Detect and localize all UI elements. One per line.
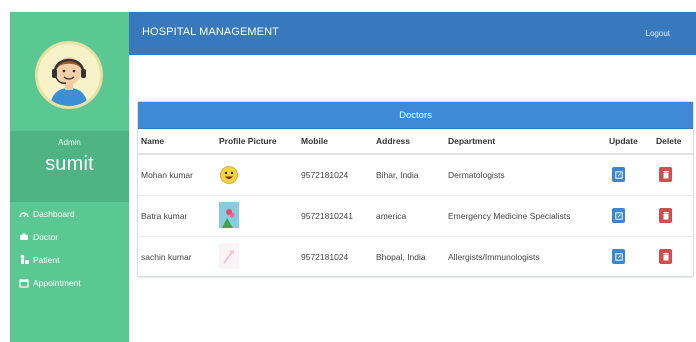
- sidebar-item-appointment[interactable]: Appointment: [10, 271, 129, 294]
- smiley-face-picture: [219, 162, 239, 188]
- sidebar-item-label: Doctor: [33, 231, 59, 242]
- delete-button[interactable]: [659, 167, 672, 183]
- doctor-name: Mohan kumar: [138, 154, 216, 196]
- doctors-panel: Doctors Name Profile Picture Mobile Addr…: [137, 101, 694, 278]
- top-header: HOSPITAL MANAGEMENT Logout: [129, 12, 696, 55]
- sidebar-item-patient[interactable]: Patient: [10, 248, 129, 271]
- user-name: sumit: [45, 153, 94, 175]
- role-label: Admin: [58, 138, 81, 147]
- sidebar-item-doctor[interactable]: Doctor: [10, 225, 129, 248]
- sidebar-nav: Dashboard Doctor Patient Appointment: [10, 202, 129, 294]
- doctor-mobile: 9572181024: [298, 154, 373, 196]
- update-button[interactable]: [612, 208, 625, 223]
- calendar-icon: [18, 277, 30, 289]
- doctor-department: Allergists/Immunologists: [445, 236, 606, 278]
- doctor-department: Emergency Medicine Specialists: [445, 195, 606, 237]
- logout-link[interactable]: Logout: [646, 29, 670, 38]
- column-header: Department: [445, 129, 606, 155]
- doctor-address: Bihar, India: [373, 154, 445, 196]
- faded-thumbnail-picture: [219, 242, 239, 269]
- column-header: Mobile: [298, 129, 373, 155]
- bed-icon: [18, 231, 30, 243]
- table-row: sachin kumar 9572181024 Bhopal, India Al…: [138, 236, 693, 278]
- profile-block: Admin sumit: [10, 131, 129, 202]
- sidebar-item-dashboard[interactable]: Dashboard: [10, 202, 129, 225]
- sidebar-item-label: Patient: [33, 254, 60, 265]
- photo-thumbnail-picture: [219, 201, 239, 228]
- panel-title: Doctors: [138, 102, 693, 129]
- table-header-row: Name Profile Picture Mobile Address Depa…: [138, 129, 693, 155]
- table-row: Mohan kumar 9572181024 Bihar, India Derm…: [138, 154, 693, 196]
- table-row: Batra kumar 95721810241 america Emergenc…: [138, 195, 693, 237]
- column-header: Name: [138, 129, 216, 155]
- doctors-table: Name Profile Picture Mobile Address Depa…: [138, 129, 693, 278]
- update-button[interactable]: [612, 167, 625, 183]
- column-header: Delete: [653, 129, 693, 155]
- app-title: HOSPITAL MANAGEMENT: [142, 26, 279, 38]
- sidebar-item-label: Appointment: [33, 277, 81, 288]
- delete-button[interactable]: [659, 208, 672, 223]
- column-header: Profile Picture: [216, 129, 298, 155]
- doctor-mobile: 95721810241: [298, 195, 373, 237]
- doctor-address: america: [373, 195, 445, 237]
- delete-button[interactable]: [659, 249, 672, 264]
- sidebar: Admin sumit Dashboard Doctor Patient App…: [10, 12, 129, 342]
- patient-icon: [18, 254, 30, 266]
- doctor-address: Bhopal, India: [373, 236, 445, 278]
- doctor-name: sachin kumar: [138, 236, 216, 278]
- dashboard-icon: [18, 208, 30, 220]
- doctor-mobile: 9572181024: [298, 236, 373, 278]
- admin-avatar: [35, 41, 103, 109]
- update-button[interactable]: [612, 249, 625, 264]
- sidebar-item-label: Dashboard: [33, 208, 75, 219]
- doctor-name: Batra kumar: [138, 195, 216, 237]
- column-header: Address: [373, 129, 445, 155]
- column-header: Update: [606, 129, 653, 155]
- doctor-department: Dermatologists: [445, 154, 606, 196]
